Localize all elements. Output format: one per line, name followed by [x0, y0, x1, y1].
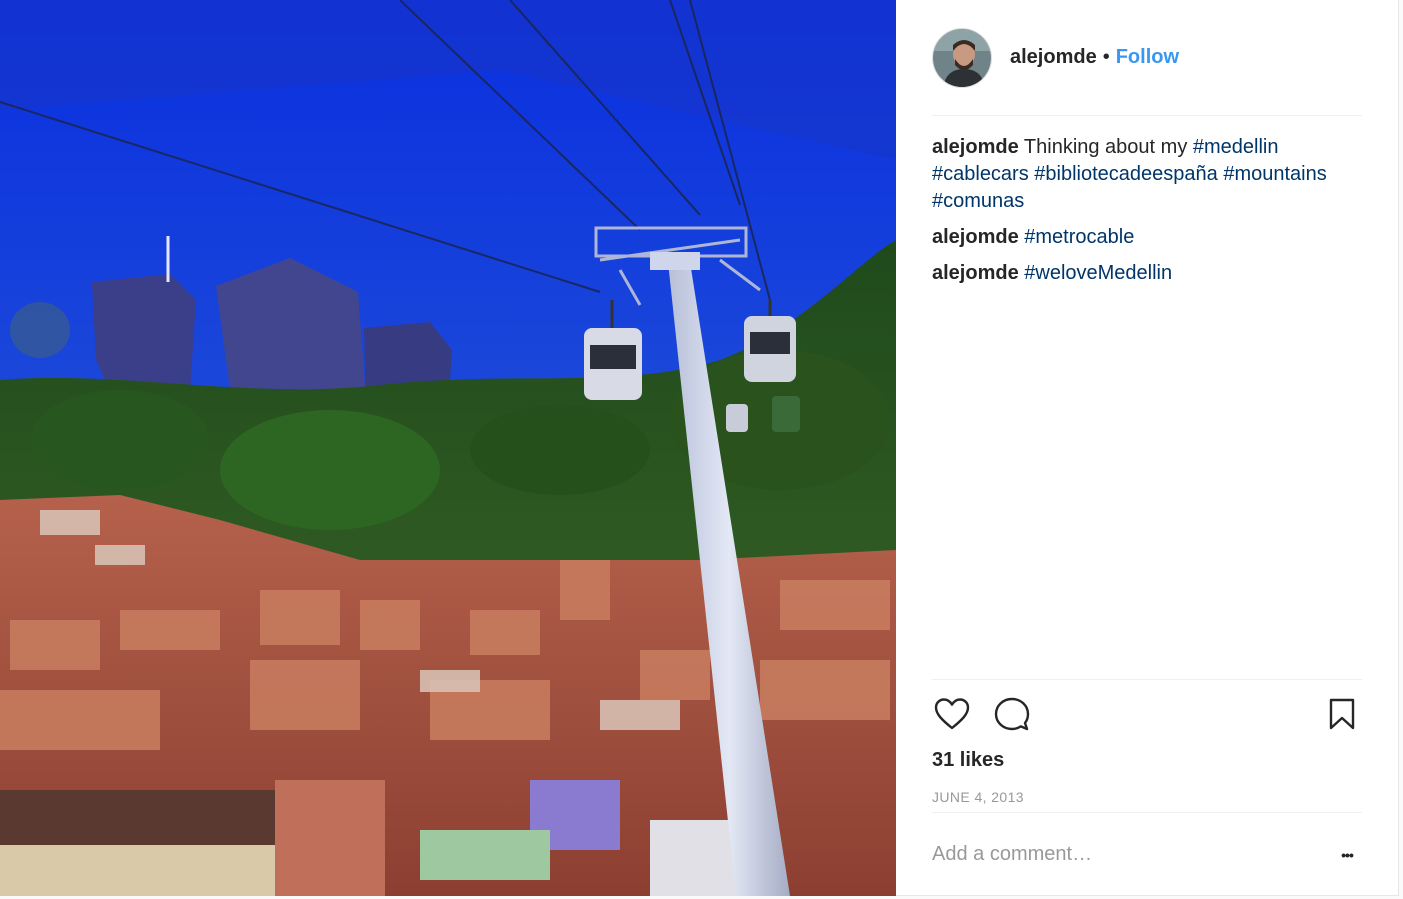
header-text: alejomde • Follow [1010, 46, 1179, 69]
comment-username[interactable]: alejomde [932, 262, 1019, 284]
post-photo[interactable] [0, 0, 896, 896]
hashtag-link[interactable]: #metrocable [1024, 226, 1134, 248]
comments-list: alejomde Thinking about my #medellin #ca… [932, 134, 1362, 296]
comment-username[interactable]: alejomde [932, 226, 1019, 248]
comment-text: Thinking about my [1023, 136, 1193, 158]
comment-username[interactable]: alejomde [932, 136, 1019, 158]
post-actions-section: 31 likes JUNE 4, 2013 [932, 679, 1362, 812]
cable-car-city-photo [0, 0, 896, 896]
follow-button[interactable]: Follow [1116, 46, 1179, 69]
post-card: alejomde • Follow alejomde Thinking abou… [0, 0, 1399, 896]
save-button[interactable] [1322, 694, 1362, 734]
hashtag-link[interactable]: #weloveMedellin [1024, 262, 1172, 284]
hashtag-link[interactable]: #medellin [1193, 136, 1279, 158]
hashtag-link[interactable]: #comunas [932, 190, 1024, 212]
post-header: alejomde • Follow [932, 0, 1362, 116]
hashtag-link[interactable]: #mountains [1223, 163, 1326, 185]
add-comment-section: ••• [932, 812, 1362, 896]
header-separator: • [1102, 46, 1110, 68]
post-date[interactable]: JUNE 4, 2013 [932, 782, 1362, 812]
comment-input[interactable] [932, 843, 1332, 866]
more-options-icon: ••• [1341, 846, 1354, 863]
comment-item: alejomde Thinking about my #medellin #ca… [932, 134, 1362, 215]
header-username[interactable]: alejomde [1010, 46, 1097, 69]
post-side-panel: alejomde • Follow alejomde Thinking abou… [896, 0, 1399, 896]
avatar-image [933, 28, 991, 87]
likes-count[interactable]: 31 likes [932, 748, 1362, 778]
action-bar [932, 680, 1362, 748]
more-options-button[interactable]: ••• [1332, 840, 1362, 870]
comment-item: alejomde #metrocable [932, 224, 1362, 251]
bookmark-icon [1329, 698, 1355, 730]
comment-item: alejomde #weloveMedellin [932, 260, 1362, 287]
comment-bubble-icon [994, 697, 1030, 731]
like-button[interactable] [932, 694, 972, 734]
hashtag-link[interactable]: #bibliotecadeespaña [1034, 163, 1218, 185]
comment-button[interactable] [992, 694, 1032, 734]
hashtag-link[interactable]: #cablecars [932, 163, 1029, 185]
avatar[interactable] [932, 27, 992, 88]
heart-icon [934, 698, 970, 730]
